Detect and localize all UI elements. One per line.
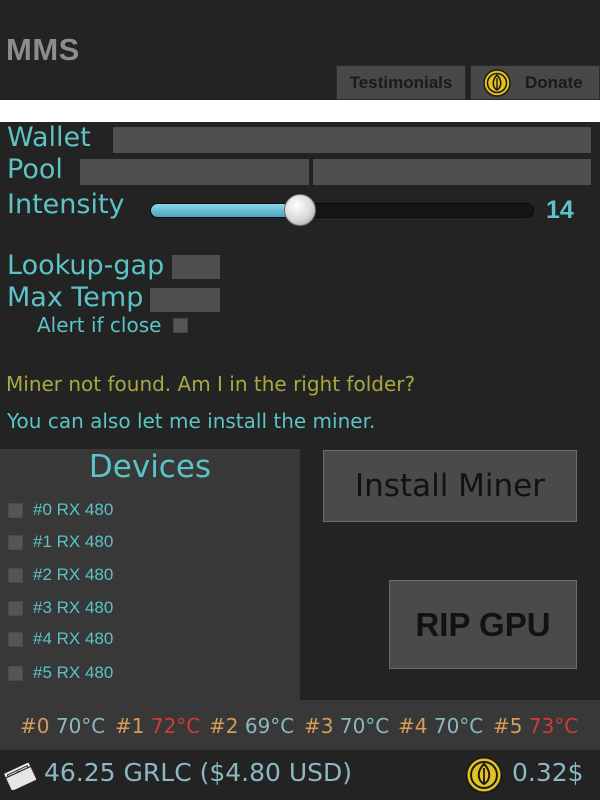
intensity-slider-fill xyxy=(151,204,301,217)
device-checkbox[interactable] xyxy=(8,665,23,681)
wallet-input[interactable] xyxy=(113,127,591,153)
device-row-1[interactable]: #1 RX 480 xyxy=(8,530,113,554)
max-temp-label: Max Temp xyxy=(7,282,144,313)
gpu-temp-0: #0 70°C xyxy=(20,714,106,738)
gpu-temp-3: #3 70°C xyxy=(304,714,390,738)
intensity-label: Intensity xyxy=(7,189,125,220)
devices-title: Devices xyxy=(88,449,212,485)
intensity-slider-thumb[interactable] xyxy=(283,194,316,226)
miner-not-found-message: Miner not found. Am I in the right folde… xyxy=(6,372,416,396)
device-checkbox[interactable] xyxy=(8,502,23,518)
gpu-temp-5: #5 73°C xyxy=(493,714,579,738)
rip-gpu-label: RIP GPU xyxy=(415,605,551,643)
testimonials-button[interactable]: Testimonials xyxy=(336,65,466,100)
pool-address-input[interactable] xyxy=(80,159,309,185)
device-label: #5 RX 480 xyxy=(33,663,114,682)
intensity-value: 14 xyxy=(546,196,574,224)
install-hint-message: You can also let me install the miner. xyxy=(7,409,376,433)
device-row-2[interactable]: #2 RX 480 xyxy=(8,563,113,587)
device-checkbox[interactable] xyxy=(8,631,23,647)
donate-button-label: Donate xyxy=(525,72,583,92)
rip-gpu-button[interactable]: RIP GPU xyxy=(389,580,577,669)
install-miner-button[interactable]: Install Miner xyxy=(323,450,577,522)
device-row-0[interactable]: #0 RX 480 xyxy=(8,498,113,522)
install-miner-label: Install Miner xyxy=(355,468,545,504)
device-label: #4 RX 480 xyxy=(33,629,114,648)
alert-if-close-checkbox[interactable] xyxy=(173,318,188,333)
gpu-temp-2: #2 69°C xyxy=(209,714,295,738)
pool-secondary-input[interactable] xyxy=(313,159,591,185)
cash-icon xyxy=(3,761,37,790)
wallet-label: Wallet xyxy=(7,122,91,153)
header-divider xyxy=(0,100,600,122)
device-label: #2 RX 480 xyxy=(33,565,114,584)
pool-label: Pool xyxy=(7,154,63,185)
gpu-temp-1: #1 72°C xyxy=(115,714,201,738)
device-checkbox[interactable] xyxy=(8,600,23,616)
gpu-temp-4: #4 70°C xyxy=(398,714,484,738)
device-checkbox[interactable] xyxy=(8,534,23,550)
alert-if-close-label: Alert if close xyxy=(37,313,162,337)
donated-total: 0.32$ xyxy=(512,758,584,787)
device-label: #3 RX 480 xyxy=(33,598,114,617)
device-checkbox[interactable] xyxy=(8,567,23,583)
app-title: MMS xyxy=(6,32,80,67)
device-label: #0 RX 480 xyxy=(33,500,114,519)
device-row-5[interactable]: #5 RX 480 xyxy=(8,661,113,685)
donate-button[interactable]: Donate xyxy=(470,65,600,100)
intensity-slider-track[interactable] xyxy=(150,203,534,218)
max-temp-input[interactable] xyxy=(150,288,220,312)
balance-amount: 46.25 GRLC ($4.80 USD) xyxy=(44,758,353,787)
garlicoin-icon xyxy=(465,756,503,794)
testimonials-button-label: Testimonials xyxy=(349,72,453,92)
device-label: #1 RX 480 xyxy=(33,532,114,551)
garlicoin-icon xyxy=(483,68,511,97)
device-row-3[interactable]: #3 RX 480 xyxy=(8,596,113,620)
lookup-gap-input[interactable] xyxy=(172,255,220,279)
device-row-4[interactable]: #4 RX 480 xyxy=(8,627,113,651)
lookup-gap-label: Lookup-gap xyxy=(7,250,165,281)
